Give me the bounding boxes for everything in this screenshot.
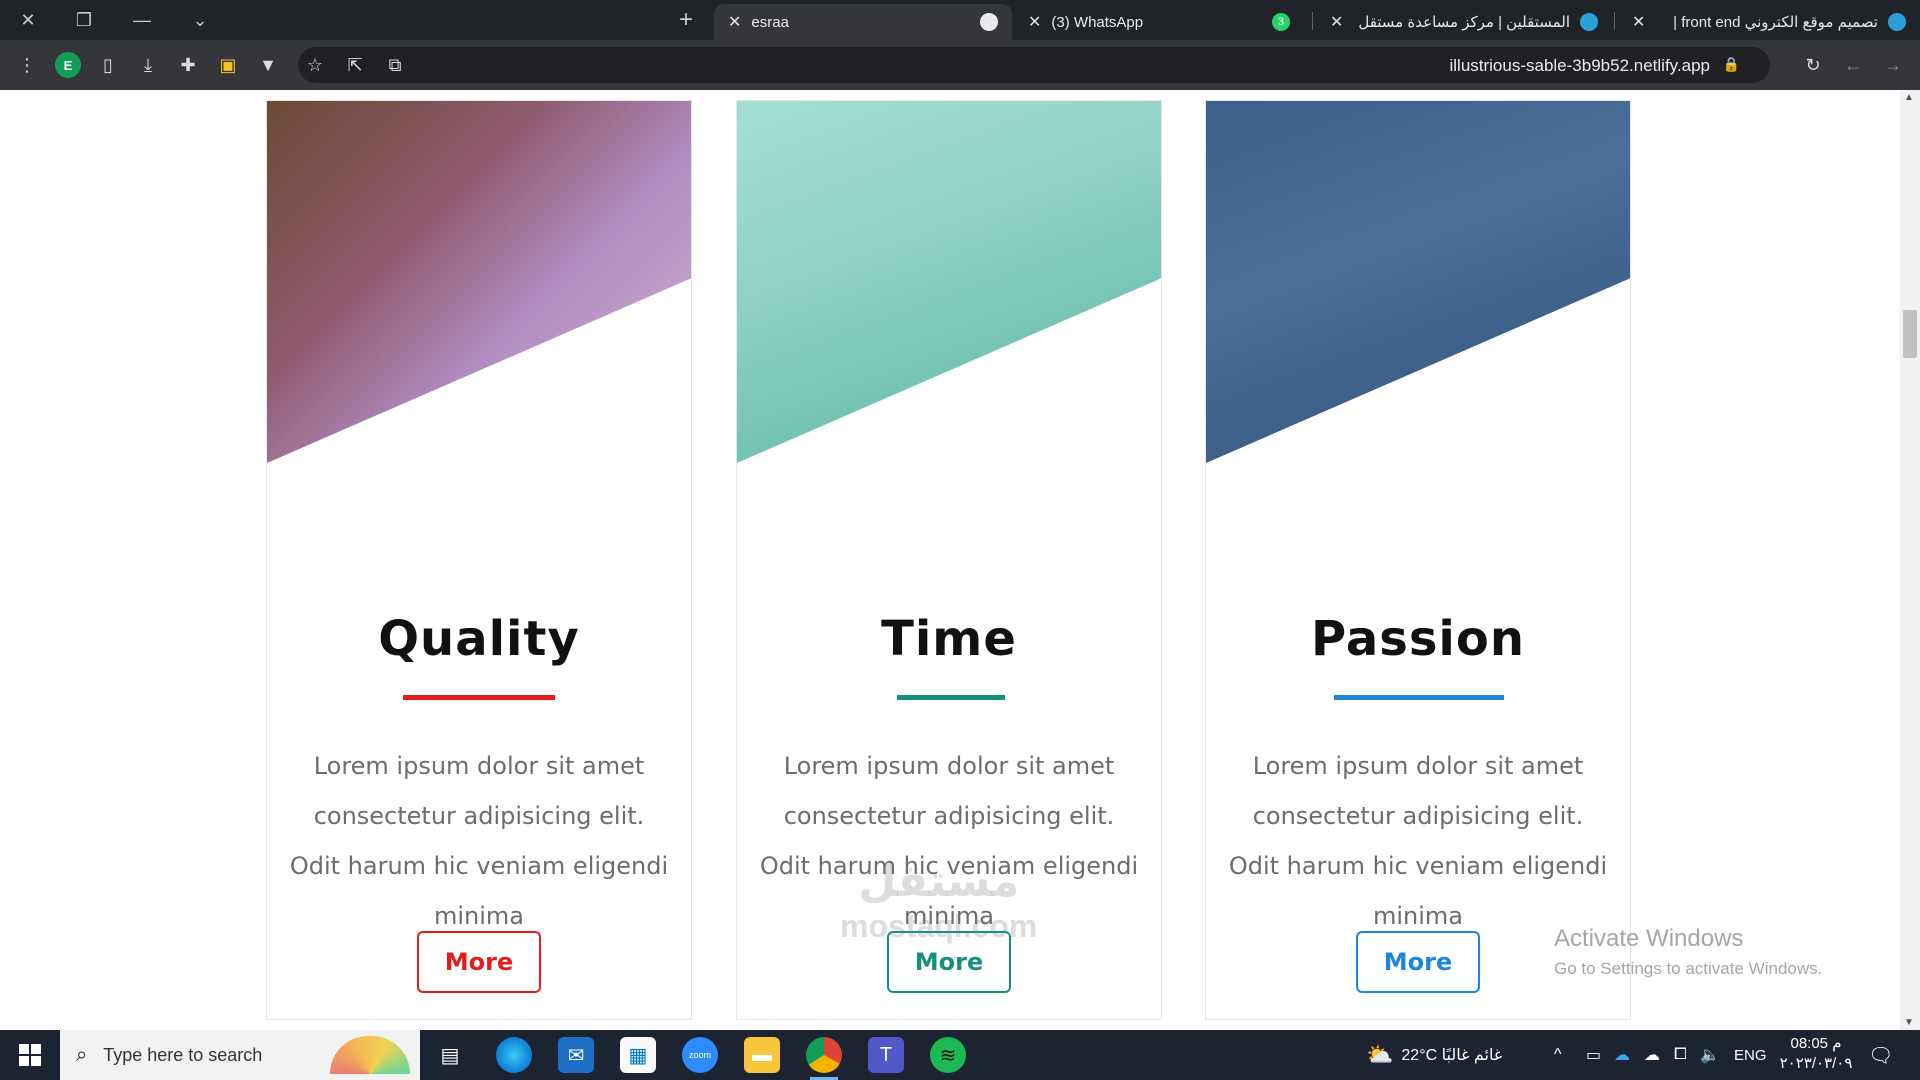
address-bar[interactable]: ☆ ⇱ ⧉ illustrious-sable-3b9b52.netlify.a… bbox=[298, 47, 1770, 83]
onedrive-icon[interactable]: ☁ bbox=[1614, 1030, 1630, 1080]
tab-mostaql-help[interactable]: المستقلين | مركز مساعدة مستقل ✕ bbox=[1316, 4, 1612, 40]
card-description: Lorem ipsum dolor sit amet consectetur a… bbox=[1228, 752, 1608, 930]
title-underline bbox=[403, 695, 555, 700]
translate-icon[interactable]: ⧉ bbox=[382, 52, 408, 78]
reload-icon[interactable]: ↻ bbox=[1800, 52, 1826, 78]
card-image-plant-laptop bbox=[737, 101, 1161, 463]
battery-icon[interactable]: ▭ bbox=[1586, 1030, 1601, 1080]
cloud-sun-icon: ⛅ bbox=[1366, 1042, 1394, 1067]
minimize-window-icon[interactable]: — bbox=[126, 6, 158, 34]
teams-icon[interactable]: T bbox=[868, 1037, 904, 1073]
tab-front-end-design[interactable]: تصميم موقع الكتروني front end | ✕ bbox=[1618, 4, 1920, 40]
activate-subtitle: Go to Settings to activate Windows. bbox=[1554, 959, 1823, 978]
card-image-laptop-desk bbox=[1206, 101, 1630, 463]
scroll-thumb[interactable] bbox=[1903, 310, 1917, 358]
restore-window-icon[interactable]: ❐ bbox=[68, 6, 100, 34]
card-title: Passion bbox=[1310, 611, 1526, 667]
taskbar-search-box[interactable]: ⌕ Type here to search bbox=[60, 1030, 420, 1080]
activate-title: Activate Windows bbox=[1554, 925, 1744, 952]
share-icon[interactable]: ⇱ bbox=[342, 52, 368, 78]
more-button[interactable]: More bbox=[1356, 931, 1480, 993]
edge-browser-icon[interactable] bbox=[496, 1037, 532, 1073]
extensions-puzzle-icon[interactable]: ✚ bbox=[175, 52, 201, 78]
sidebar-icon[interactable]: ▯ bbox=[95, 52, 121, 78]
language-indicator[interactable]: ENG bbox=[1734, 1030, 1767, 1080]
extension-icon[interactable]: ▣ bbox=[215, 52, 241, 78]
back-arrow-icon[interactable]: ← bbox=[1840, 52, 1866, 78]
weather-text: 22°C غائم غالبًا bbox=[1401, 1047, 1503, 1064]
mail-icon[interactable]: ✉ bbox=[558, 1037, 594, 1073]
card-description: Lorem ipsum dolor sit amet consectetur a… bbox=[289, 752, 669, 930]
activate-windows-notice: Activate Windows Go to Settings to activ… bbox=[1554, 925, 1822, 979]
new-tab-plus-icon[interactable]: + bbox=[670, 6, 702, 34]
scroll-down-arrow-icon[interactable]: ▼ bbox=[1904, 1017, 1914, 1028]
start-button[interactable] bbox=[0, 1030, 60, 1080]
close-tab-icon[interactable]: ✕ bbox=[1028, 12, 1041, 32]
search-icon: ⌕ bbox=[76, 1043, 88, 1066]
search-highlight-icon bbox=[330, 1036, 410, 1074]
clock-time: 08:05 م bbox=[1790, 1035, 1842, 1052]
close-tab-icon[interactable]: ✕ bbox=[728, 12, 741, 32]
download-icon[interactable]: ⤓ bbox=[135, 52, 161, 78]
scroll-up-arrow-icon[interactable]: ▲ bbox=[1904, 92, 1914, 103]
watermark-domain: mostaql.com bbox=[840, 908, 1038, 944]
tab-title: تصميم موقع الكتروني front end | bbox=[1673, 14, 1878, 31]
mostaql-watermark: مستقل mostaql.com bbox=[840, 860, 1037, 948]
tab-whatsapp[interactable]: ✕ (3) WhatsApp 3 bbox=[1014, 4, 1304, 40]
whatsapp-icon: 3 bbox=[1272, 13, 1290, 31]
search-placeholder: Type here to search bbox=[103, 1044, 263, 1065]
title-underline bbox=[1334, 695, 1504, 700]
browser-tab-strip: ✕ ❐ — ⌄ + ✕ esraa ✕ (3) WhatsApp 3 المست… bbox=[0, 0, 1920, 40]
task-view-icon[interactable]: ▤ bbox=[432, 1037, 468, 1073]
card-image-laptop-woman bbox=[267, 101, 691, 463]
zoom-icon[interactable]: zoom bbox=[682, 1037, 718, 1073]
feature-card-passion: Passion Lorem ipsum dolor sit amet conse… bbox=[1205, 100, 1631, 1020]
card-title: Quality bbox=[378, 611, 580, 667]
globe-icon bbox=[980, 13, 998, 31]
taskbar-clock[interactable]: 08:05 م ٢٠٢٣/٠٣/٠٩ bbox=[1776, 1034, 1856, 1074]
onedrive-personal-icon[interactable]: ☁ bbox=[1644, 1030, 1660, 1080]
tab-title: (3) WhatsApp bbox=[1051, 13, 1144, 31]
browser-toolbar: ⋮ E ▯ ⤓ ✚ ▣ ▼ ☆ ⇱ ⧉ illustrious-sable-3b… bbox=[0, 40, 1920, 90]
tab-separator bbox=[1614, 12, 1615, 30]
chrome-icon[interactable] bbox=[806, 1037, 842, 1080]
show-hidden-icons-icon[interactable]: ^ bbox=[1554, 1030, 1562, 1080]
lock-icon[interactable]: 🔒 bbox=[1723, 56, 1740, 73]
spotify-icon[interactable]: ≋ bbox=[930, 1037, 966, 1073]
mostaql-icon bbox=[1888, 13, 1906, 31]
file-explorer-icon[interactable]: ▬ bbox=[744, 1037, 780, 1073]
notification-center-icon[interactable]: 🗨 bbox=[1868, 1030, 1893, 1080]
close-tab-icon[interactable]: ✕ bbox=[1330, 12, 1343, 32]
clock-date: ٢٠٢٣/٠٣/٠٩ bbox=[1779, 1055, 1853, 1072]
feature-card-quality: Quality Lorem ipsum dolor sit amet conse… bbox=[266, 100, 692, 1020]
watermark-arabic: مستقل bbox=[858, 857, 1020, 906]
profile-avatar[interactable]: E bbox=[55, 52, 81, 78]
microsoft-store-icon[interactable]: ▦ bbox=[620, 1037, 656, 1073]
page-scrollbar[interactable]: ▲ ▼ bbox=[1900, 90, 1920, 1030]
forward-arrow-icon[interactable]: → bbox=[1880, 52, 1906, 78]
bookmark-star-icon[interactable]: ☆ bbox=[302, 52, 328, 78]
close-window-icon[interactable]: ✕ bbox=[12, 6, 44, 34]
tab-esraa[interactable]: ✕ esraa bbox=[714, 4, 1012, 40]
more-button[interactable]: More bbox=[417, 931, 541, 993]
mostaql-icon bbox=[1580, 13, 1598, 31]
volume-icon[interactable]: 🔈 bbox=[1700, 1030, 1720, 1080]
url-text[interactable]: illustrious-sable-3b9b52.netlify.app bbox=[1449, 56, 1710, 76]
vue-devtools-icon[interactable]: ▼ bbox=[255, 52, 281, 78]
tab-title: المستقلين | مركز مساعدة مستقل bbox=[1358, 14, 1570, 31]
title-underline bbox=[897, 695, 1005, 700]
close-tab-icon[interactable]: ✕ bbox=[1632, 12, 1645, 32]
network-icon[interactable]: ⧠ bbox=[1674, 1030, 1687, 1080]
menu-kebab-icon[interactable]: ⋮ bbox=[14, 52, 40, 78]
windows-taskbar: ⌕ Type here to search ▤ ✉ ▦ zoom ▬ T ≋ ⛅… bbox=[0, 1030, 1920, 1080]
tab-search-chevron-icon[interactable]: ⌄ bbox=[184, 6, 216, 34]
weather-widget[interactable]: ⛅ 22°C غائم غالبًا bbox=[1366, 1030, 1502, 1080]
windows-logo-icon bbox=[19, 1044, 41, 1066]
card-title: Time bbox=[881, 611, 1017, 667]
tab-separator bbox=[1312, 12, 1313, 30]
tab-title: esraa bbox=[751, 13, 789, 31]
